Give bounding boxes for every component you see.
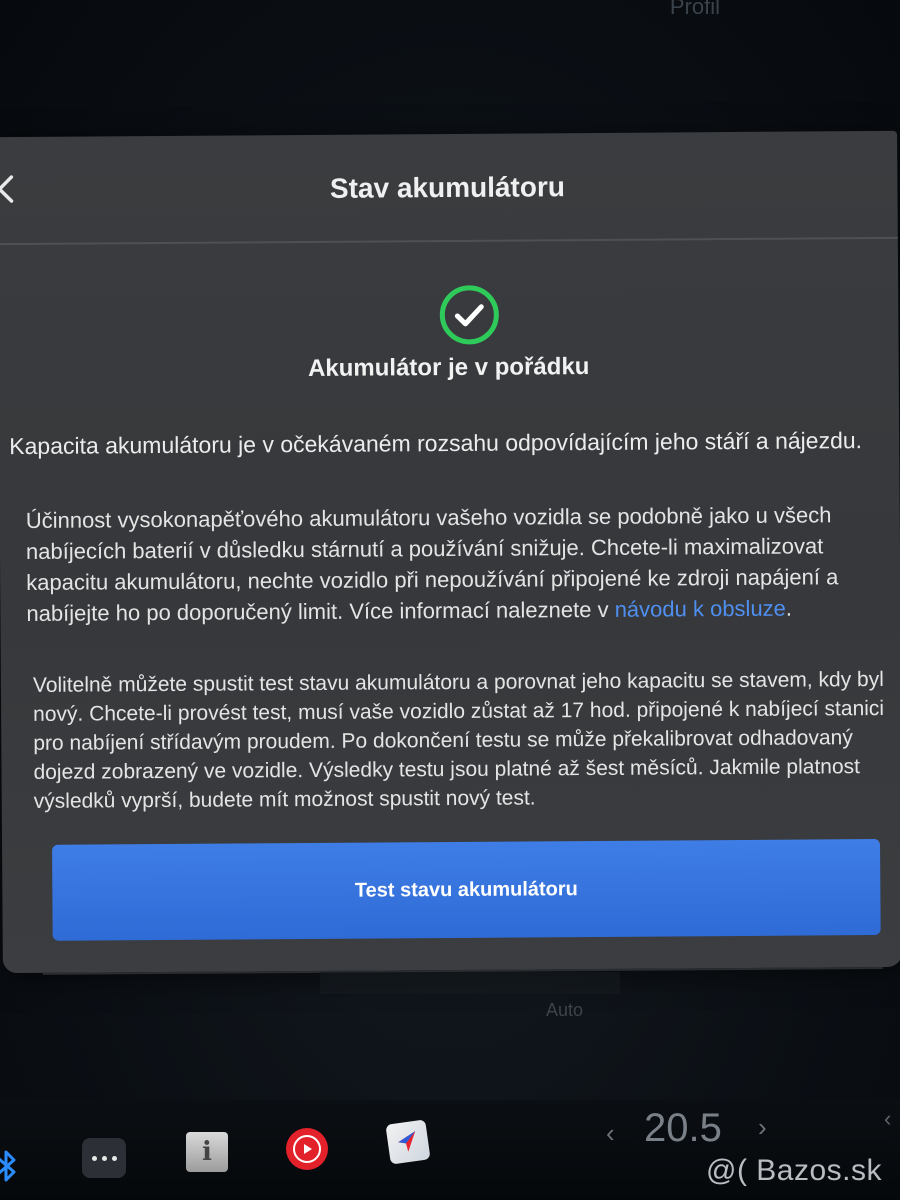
more-dots-icon[interactable] [82,1138,126,1178]
watermark: @( Bazos.sk [706,1154,882,1187]
modal-header: Stav akumulátoru [0,130,898,246]
temp-decrease-button[interactable]: ‹ [606,1118,615,1149]
battery-status-modal: Stav akumulátoru Akumulátor je v pořádku… [0,130,900,975]
status-title: Akumulátor je v pořádku [307,353,590,382]
efficiency-text-end: . [785,595,793,621]
capacity-paragraph: Kapacita akumulátoru je v očekávaném roz… [9,427,863,460]
car-screen: Profil Stav akumulátoru Akumulátor je v … [0,0,900,1200]
check-circle-icon [438,284,500,346]
battery-test-button-label: Test stavu akumulátoru [354,877,578,902]
bluetooth-icon[interactable] [0,1148,20,1184]
battery-test-button[interactable]: Test stavu akumulátoru [52,839,881,941]
test-info-paragraph: Volitelně můžete spustit test stavu akum… [32,667,885,813]
background-profile-label: Profil [669,0,720,19]
manual-link[interactable]: návodu k obsluze [615,596,786,622]
manual-info-icon[interactable]: i [186,1132,228,1172]
modal-title: Stav akumulátoru [329,171,566,204]
temperature-value: 20.5 [644,1106,722,1150]
temp-increase-button[interactable]: › [758,1112,767,1143]
efficiency-paragraph: Účinnost vysokonapěťového akumulátoru va… [26,499,897,629]
background-auto-label: Auto [546,1000,584,1020]
background-strip [320,972,620,994]
navigation-icon[interactable] [385,1119,431,1165]
youtube-music-icon[interactable] [286,1128,328,1170]
passenger-temp-decrease-button[interactable]: ‹ [884,1106,891,1132]
